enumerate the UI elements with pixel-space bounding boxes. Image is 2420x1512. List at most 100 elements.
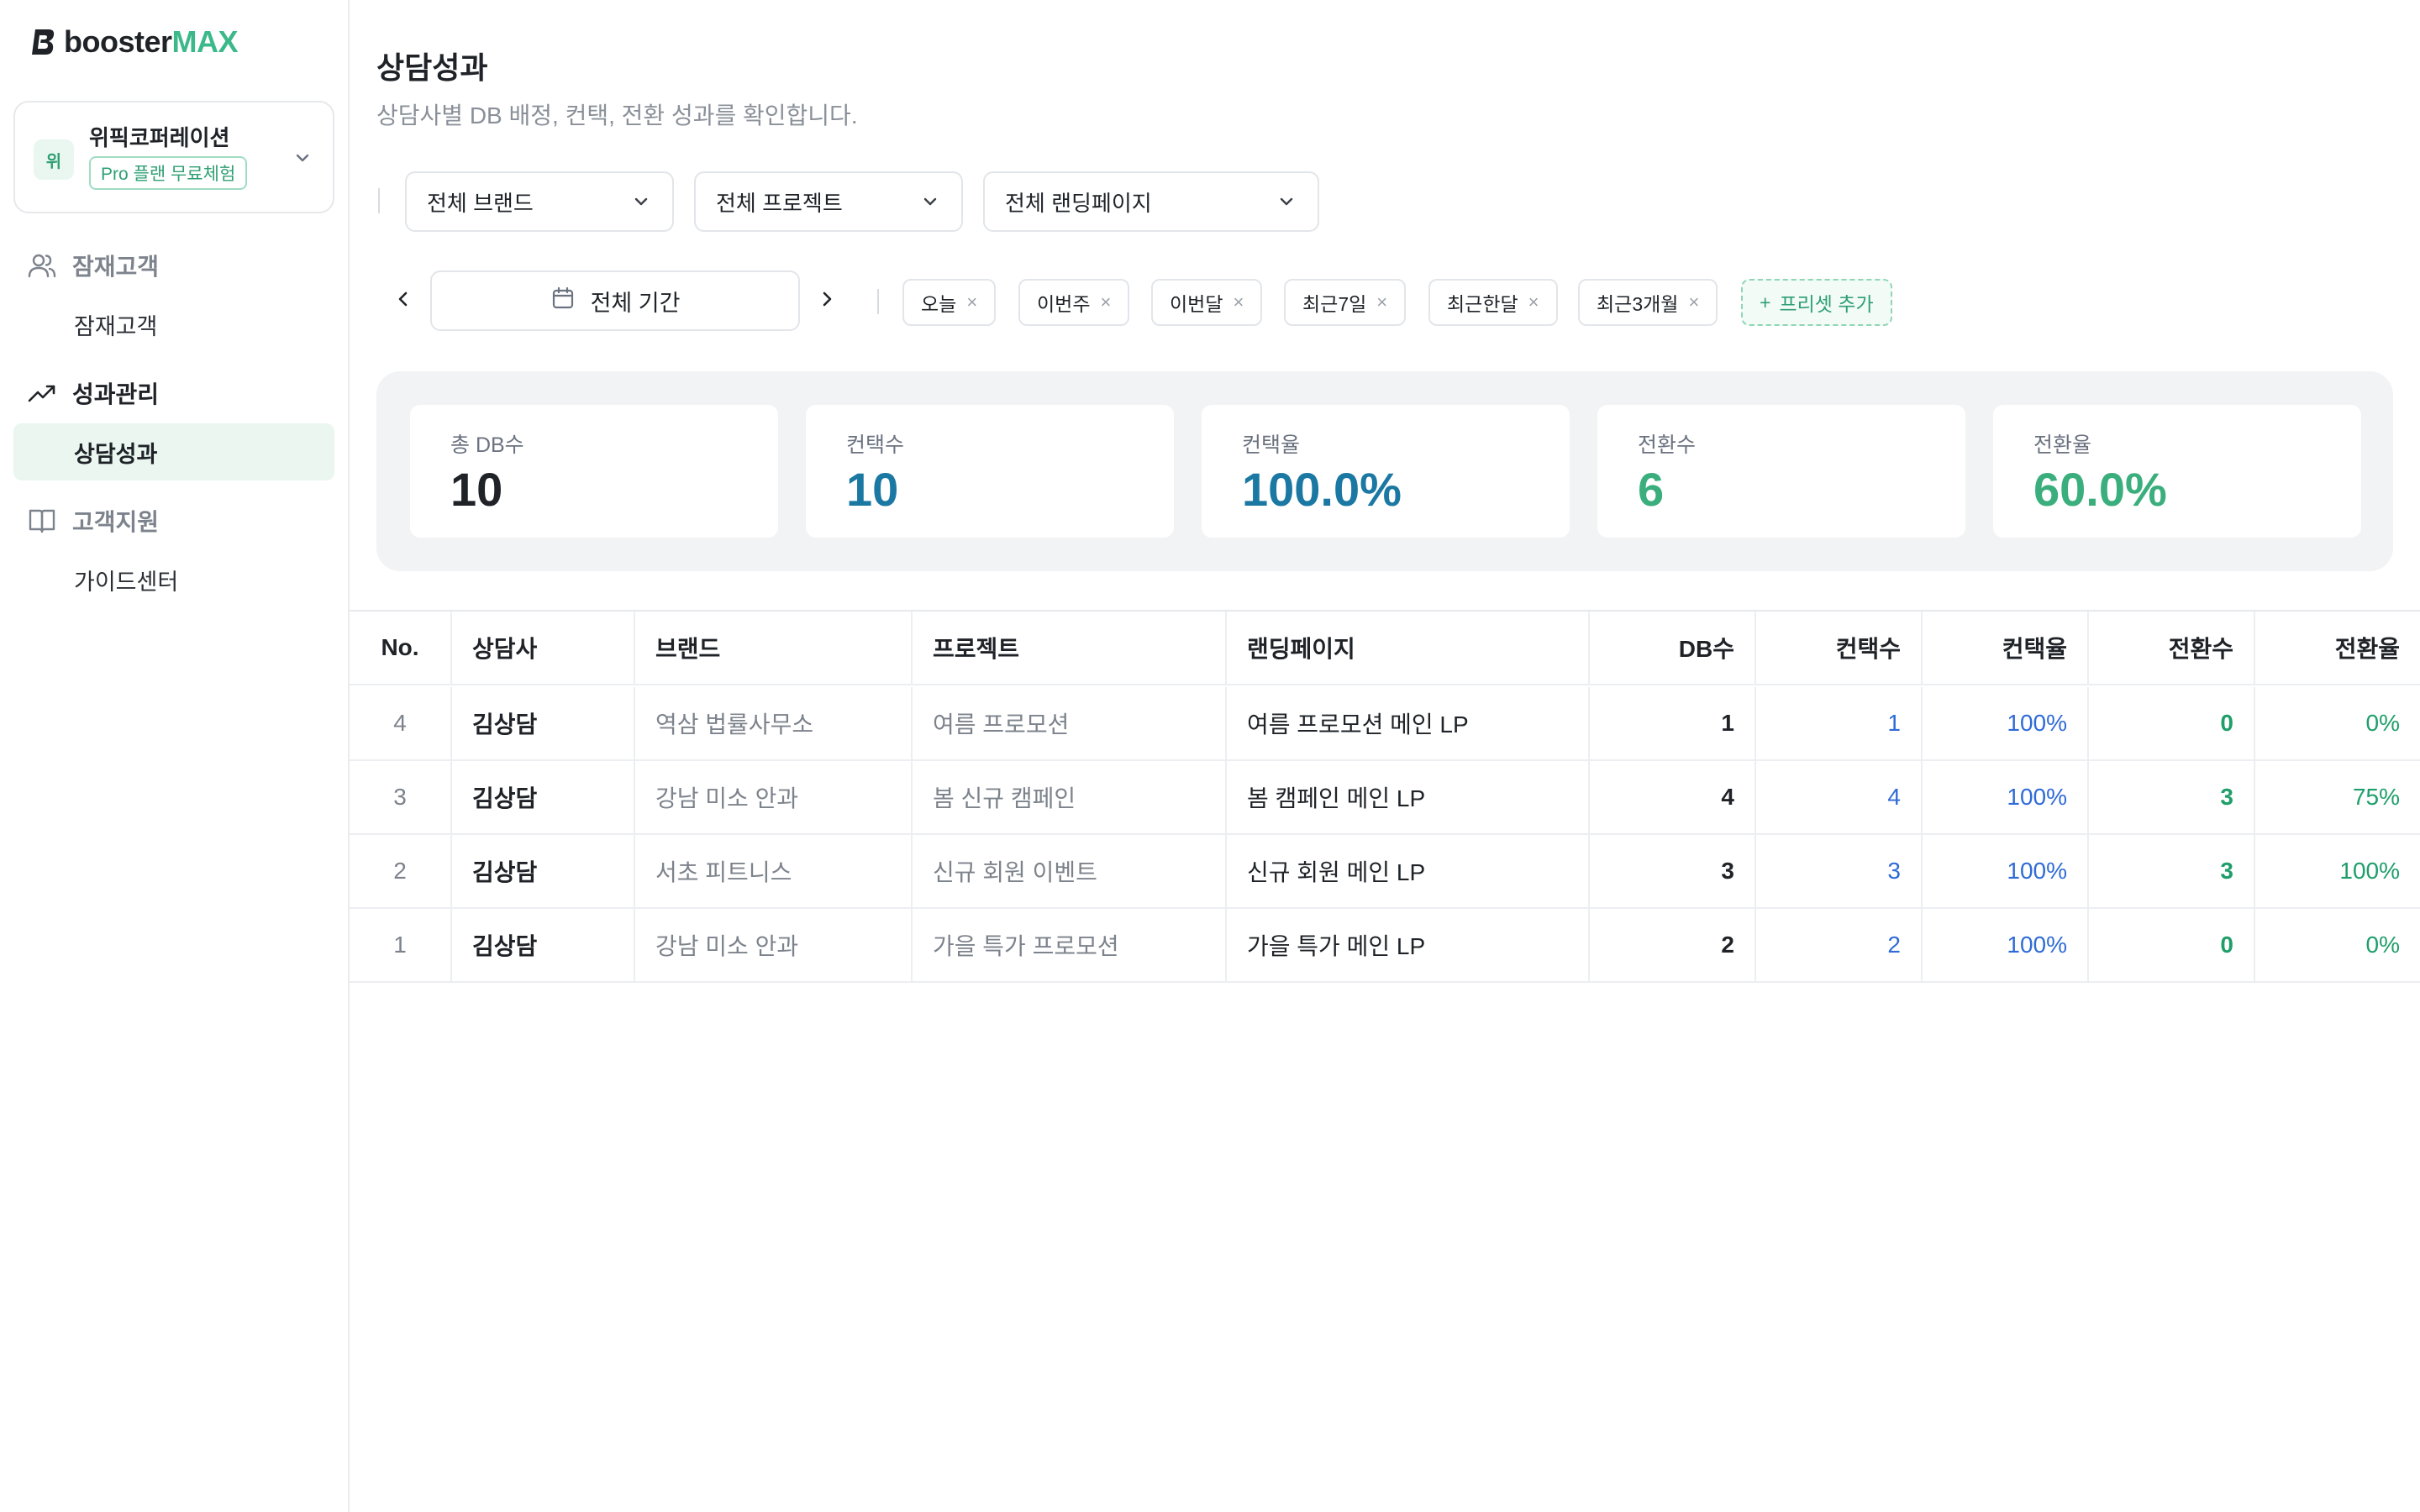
sidebar-item-guide-center[interactable]: 가이드센터 xyxy=(13,551,334,608)
preset-chip[interactable]: 최근7일 × xyxy=(1284,279,1407,326)
preset-label: 최근한달 xyxy=(1447,293,1518,315)
cell-counselor: 김상담 xyxy=(452,761,635,833)
calendar-icon xyxy=(550,286,576,317)
cell-project: 가을 특가 프로모션 xyxy=(913,909,1227,981)
cell-brand: 강남 미소 안과 xyxy=(635,909,913,981)
cell-conversions: 0 xyxy=(2089,687,2255,759)
preset-chip[interactable]: 이번주 × xyxy=(1018,279,1130,326)
page-title: 상담성과 xyxy=(376,50,488,85)
cell-conversions: 3 xyxy=(2089,835,2255,907)
column-header-conversion-rate[interactable]: 전환율 xyxy=(2255,612,2420,684)
nav-group-label: 성과관리 xyxy=(72,381,160,407)
add-preset-button[interactable]: + 프리셋 추가 xyxy=(1741,279,1892,326)
landing-select[interactable]: 전체 랜딩페이지 xyxy=(983,171,1319,232)
close-icon[interactable]: × xyxy=(966,291,977,313)
cell-contact-rate: 100% xyxy=(1923,835,2089,907)
period-label: 전체 기간 xyxy=(590,290,681,316)
close-icon[interactable]: × xyxy=(1233,291,1244,313)
nav-group-leads[interactable]: 잠재고객 xyxy=(27,249,159,282)
chevron-down-icon xyxy=(1276,191,1297,213)
nav-group-performance[interactable]: 성과관리 xyxy=(27,376,159,410)
sidebar: boosterMAX 위 위픽코퍼레이션 Pro 플랜 무료체험 잠재고객 잠재… xyxy=(0,0,350,1512)
cell-db: 1 xyxy=(1590,687,1756,759)
cell-conversion-rate: 75% xyxy=(2352,784,2400,810)
landing-select-value: 전체 랜딩페이지 xyxy=(1005,190,1152,216)
cell-contact-rate: 100% xyxy=(1923,909,2089,981)
preset-label: 최근7일 xyxy=(1302,293,1367,315)
trend-icon xyxy=(27,378,57,408)
kpi-label: 총 DB수 xyxy=(450,433,524,457)
nav-group-support[interactable]: 고객지원 xyxy=(27,504,159,538)
preset-label: 이번달 xyxy=(1170,293,1223,315)
preset-chip[interactable]: 이번달 × xyxy=(1151,279,1263,326)
kpi-value: 60.0% xyxy=(2033,463,2167,516)
column-header-project[interactable]: 프로젝트 xyxy=(913,612,1227,684)
kpi-summary: 총 DB수 10 컨택수 10 컨택율 100.0% 전환수 6 전환율 60.… xyxy=(376,371,2393,571)
cell-brand: 강남 미소 안과 xyxy=(635,761,913,833)
cell-no: 2 xyxy=(350,835,452,907)
cell-contacts: 1 xyxy=(1756,687,1923,759)
preset-label: 이번주 xyxy=(1037,293,1091,315)
preset-label: 오늘 xyxy=(921,293,957,315)
workspace-name: 위픽코퍼레이션 xyxy=(89,125,230,150)
project-select[interactable]: 전체 프로젝트 xyxy=(694,171,963,232)
cell-brand: 서초 피트니스 xyxy=(635,835,913,907)
cell-project: 봄 신규 캠페인 xyxy=(913,761,1227,833)
cell-conversion-rate: 100% xyxy=(2339,858,2400,884)
table-row[interactable]: 2 김상담 서초 피트니스 신규 회원 이벤트 신규 회원 메인 LP 3 3 … xyxy=(350,835,2420,909)
app-logo[interactable]: boosterMAX xyxy=(30,24,239,59)
cell-counselor: 김상담 xyxy=(452,687,635,759)
cell-project: 신규 회원 이벤트 xyxy=(913,835,1227,907)
page-subtitle: 상담사별 DB 배정, 컨택, 전환 성과를 확인합니다. xyxy=(376,102,858,129)
brand-logo-icon xyxy=(30,28,55,56)
cell-contacts: 2 xyxy=(1756,909,1923,981)
cell-contact-rate: 100% xyxy=(1923,687,2089,759)
nav-group-label: 잠재고객 xyxy=(72,254,160,280)
preset-chip[interactable]: 최근3개월 × xyxy=(1578,279,1718,326)
plan-badge: Pro 플랜 무료체험 xyxy=(89,156,248,190)
prev-period-button[interactable] xyxy=(387,284,420,318)
close-icon[interactable]: × xyxy=(1528,291,1539,313)
preset-chip[interactable]: 최근한달 × xyxy=(1428,279,1558,326)
divider xyxy=(378,188,380,213)
cell-conversions: 0 xyxy=(2089,909,2255,981)
table-row[interactable]: 1 김상담 강남 미소 안과 가을 특가 프로모션 가을 특가 메인 LP 2 … xyxy=(350,909,2420,983)
column-header-db[interactable]: DB수 xyxy=(1590,612,1756,684)
table-row[interactable]: 3 김상담 강남 미소 안과 봄 신규 캠페인 봄 캠페인 메인 LP 4 4 … xyxy=(350,761,2420,835)
divider xyxy=(877,289,879,314)
kpi-card-total-db: 총 DB수 10 xyxy=(410,405,778,538)
cell-no: 3 xyxy=(350,761,452,833)
cell-db: 2 xyxy=(1590,909,1756,981)
sidebar-item-counsel-performance[interactable]: 상담성과 xyxy=(13,423,334,480)
column-header-contact-rate[interactable]: 컨택율 xyxy=(1923,612,2089,684)
column-header-counselor[interactable]: 상담사 xyxy=(452,612,635,684)
column-header-contacts[interactable]: 컨택수 xyxy=(1756,612,1923,684)
cell-counselor: 김상담 xyxy=(452,835,635,907)
brand-select[interactable]: 전체 브랜드 xyxy=(405,171,674,232)
add-preset-label: 프리셋 추가 xyxy=(1779,293,1874,315)
workspace-avatar: 위 xyxy=(34,139,74,180)
table-row[interactable]: 4 김상담 역삼 법률사무소 여름 프로모션 여름 프로모션 메인 LP 1 1… xyxy=(350,687,2420,761)
chevron-right-icon xyxy=(815,287,839,315)
period-picker[interactable]: 전체 기간 xyxy=(430,270,800,331)
close-icon[interactable]: × xyxy=(1688,291,1699,313)
workspace-switcher[interactable]: 위 위픽코퍼레이션 Pro 플랜 무료체험 xyxy=(13,101,334,213)
cell-no: 1 xyxy=(350,909,452,981)
column-header-brand[interactable]: 브랜드 xyxy=(635,612,913,684)
next-period-button[interactable] xyxy=(810,284,844,318)
cell-landing: 가을 특가 메인 LP xyxy=(1227,909,1590,981)
column-header-landing[interactable]: 랜딩페이지 xyxy=(1227,612,1590,684)
kpi-label: 전환율 xyxy=(2033,433,2092,457)
sidebar-item-leads[interactable]: 잠재고객 xyxy=(13,296,334,353)
cell-contacts: 4 xyxy=(1756,761,1923,833)
close-icon[interactable]: × xyxy=(1100,291,1111,313)
chevron-left-icon xyxy=(392,287,415,315)
kpi-card-contact-rate: 컨택율 100.0% xyxy=(1202,405,1570,538)
column-header-no[interactable]: No. xyxy=(350,612,452,684)
preset-chip[interactable]: 오늘 × xyxy=(902,279,997,326)
close-icon[interactable]: × xyxy=(1376,291,1387,313)
cell-project: 여름 프로모션 xyxy=(913,687,1227,759)
column-header-conversions[interactable]: 전환수 xyxy=(2089,612,2255,684)
book-icon xyxy=(27,506,57,536)
kpi-card-conversion-rate: 전환율 60.0% xyxy=(1993,405,2361,538)
